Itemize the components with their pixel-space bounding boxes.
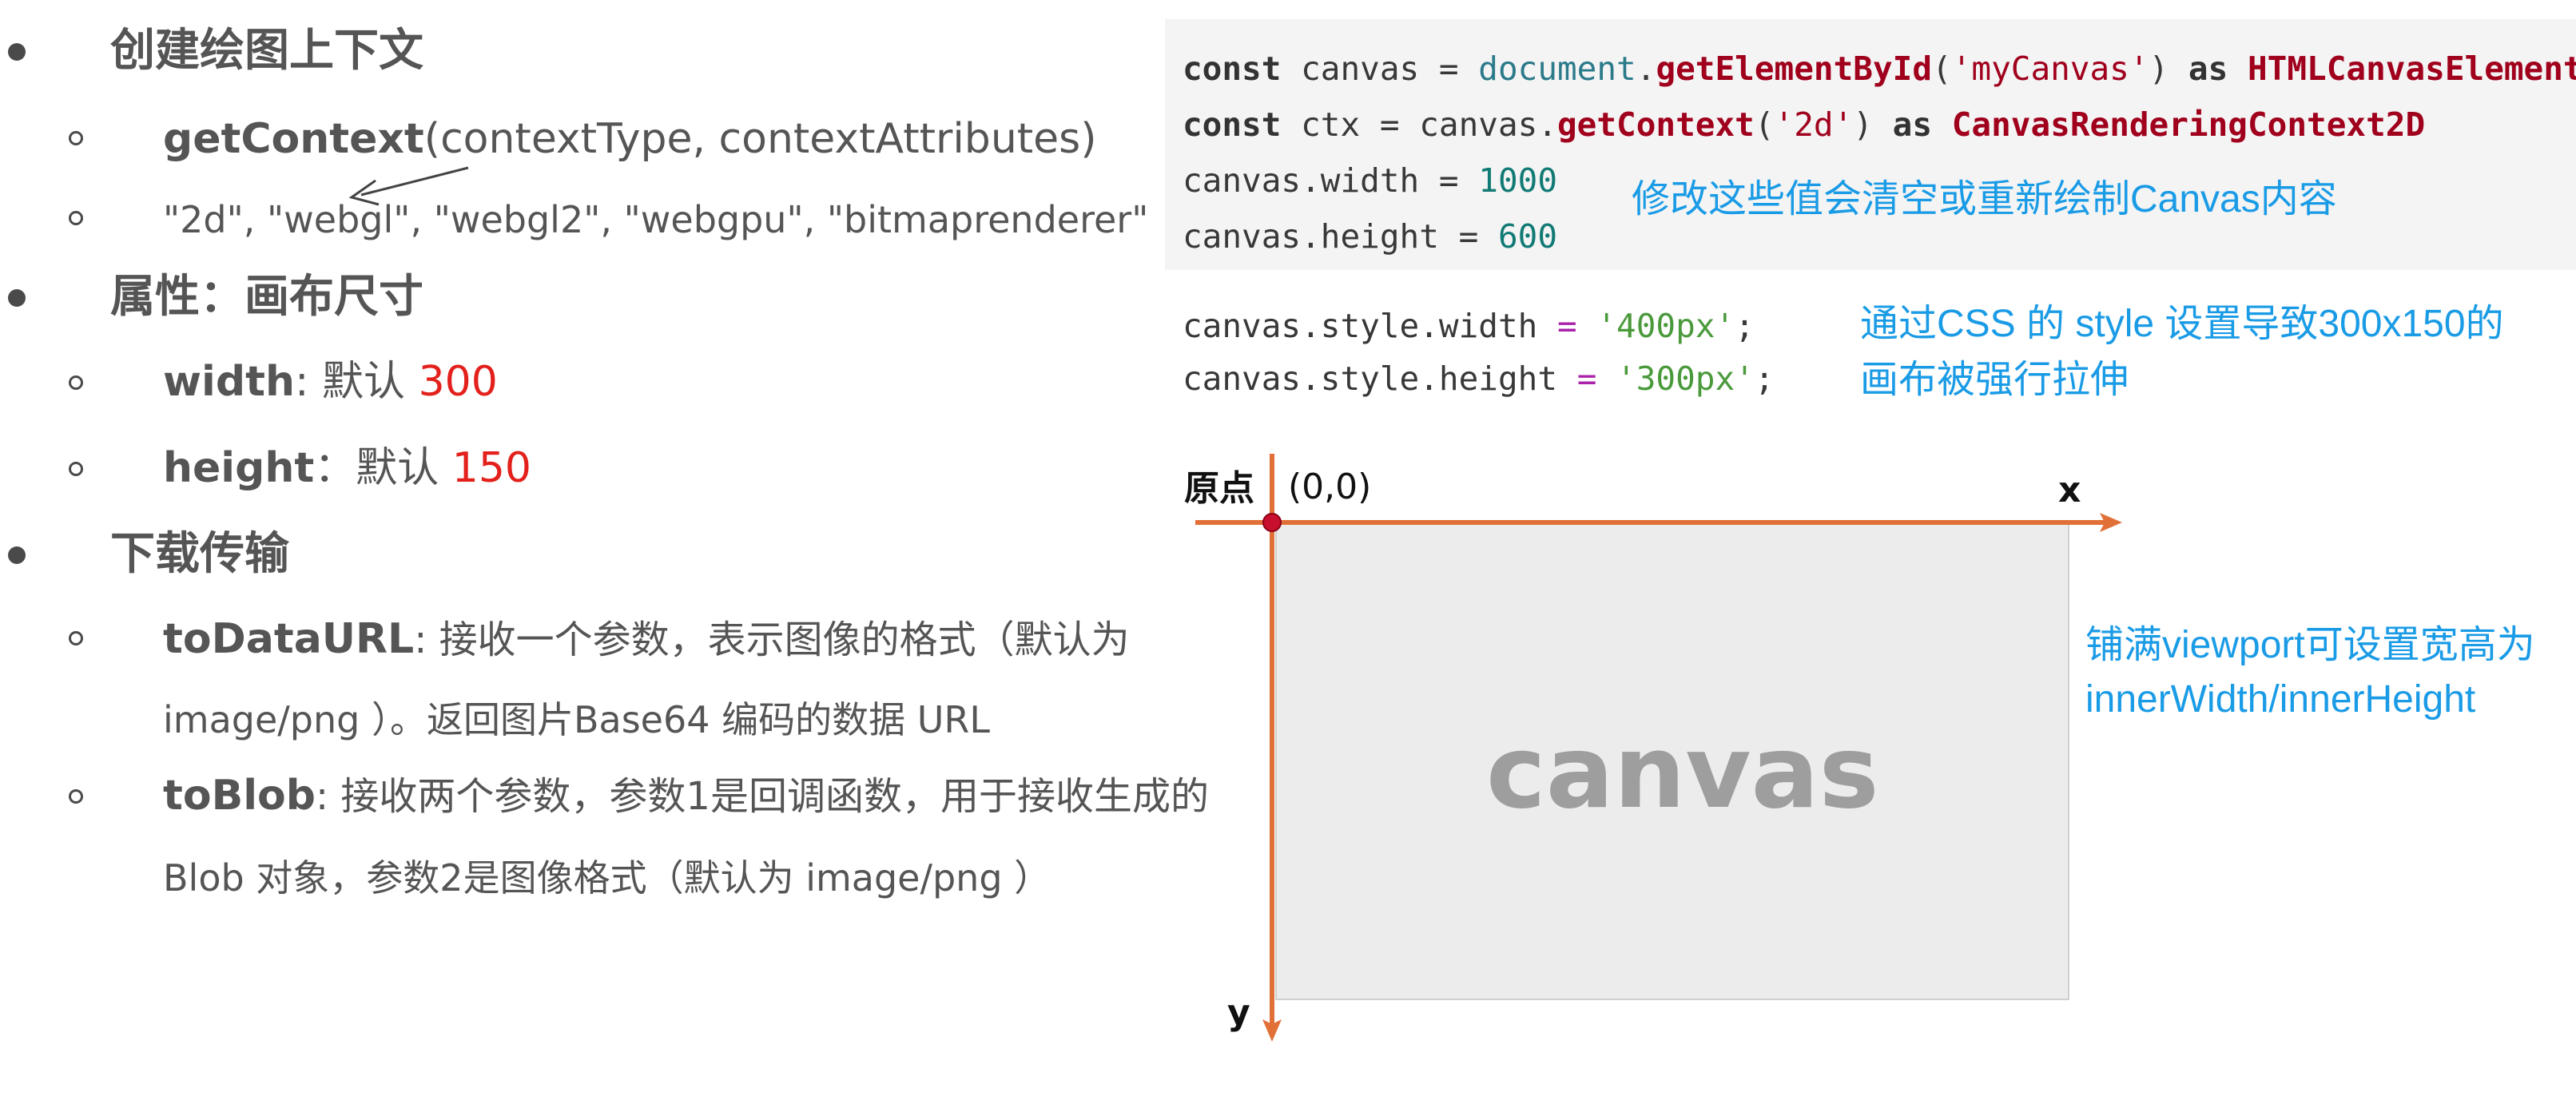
code-line-1: const canvas = document.getElementById('… [1183,53,2576,85]
height-key: height [163,444,315,492]
origin-coords: (0,0) [1288,467,1372,507]
sub-bullet-dot [69,211,83,225]
context-types-list: "2d", "webgl", "webgl2", "webgpu", "bitm… [163,198,1149,241]
toblob-desc-1: : 接收两个参数，参数1是回调函数，用于接收生成的 [316,774,1209,819]
code-text: ( [1754,105,1775,144]
toblob-line-1: toBlob: 接收两个参数，参数1是回调函数，用于接收生成的 [163,775,1209,816]
code-type: CanvasRenderingContext2D [1951,105,2426,144]
getcontext-signature: getContext(contextType, contextAttribute… [163,118,1097,160]
note-viewport-2: innerWidth/innerHeight [2085,678,2476,721]
width-key: width [163,358,295,406]
note-css-stretch-2: 画布被强行拉伸 [1860,359,2129,401]
code-type: HTMLCanvasElement [2247,50,2576,88]
code-operator: = [1557,307,1577,345]
bullet-dot [8,43,26,61]
bullet-dot [8,546,26,564]
method-name: getContext [163,115,424,163]
toblob-key: toBlob [163,772,316,820]
sub-bullet-dot [69,789,83,804]
note-css-stretch-1: 通过CSS 的 style 设置导致300x150的 [1860,303,2504,345]
code-text: ; [1754,359,1775,398]
section-title-attrs: 属性：画布尺寸 [110,271,423,323]
code-function: getContext [1557,105,1755,144]
code-global: document [1478,50,1636,88]
code-text: canvas.width = [1183,161,1479,200]
code-keyword: as [2188,50,2228,88]
section-title-context: 创建绘图上下文 [110,25,423,77]
code-text: canvas.style.height [1183,359,1577,398]
height-label: ：默认 [314,444,452,492]
code-text: canvas.height = [1183,217,1498,256]
code-text: canvas = [1281,50,1479,88]
height-default-line: height：默认 150 [163,447,531,489]
height-default-value: 150 [451,444,532,492]
code-text: . [1636,50,1656,88]
bullet-dot [8,289,26,307]
code-operator: = [1576,359,1597,398]
code-text: ( [1932,50,1952,88]
annotation-arrow [360,166,469,197]
todataurl-line-1: toDataURL: 接收一个参数，表示图像的格式（默认为 [163,618,1130,660]
method-args: (contextType, contextAttributes) [423,115,1097,163]
code-text: ) [2149,50,2188,88]
code-line-3: canvas.width = 1000 [1183,165,1557,197]
code-text: ctx = canvas. [1281,105,1557,144]
toblob-line-2: Blob 对象，参数2是图像格式（默认为 image/png ） [163,856,1051,900]
code-keyword: const [1183,50,1282,88]
x-axis-label: x [2058,470,2081,510]
code-line-6: canvas.style.height = '300px'; [1183,363,1775,395]
code-string: '400px' [1576,307,1735,345]
section-title-download: 下载传输 [110,528,289,580]
note-reset-canvas: 修改这些值会清空或重新绘制Canvas内容 [1632,178,2337,220]
code-number: 600 [1497,217,1558,256]
y-axis-arrowhead [1262,1019,1282,1042]
sub-bullet-dot [69,462,83,476]
code-number: 1000 [1478,161,1558,200]
todataurl-line-2: image/png ）。返回图片Base64 编码的数据 URL [163,698,990,741]
code-line-4: canvas.height = 600 [1183,220,1557,253]
sub-bullet-dot [69,375,83,390]
code-line-5: canvas.style.width = '400px'; [1183,310,1755,343]
code-keyword: as [1892,105,1933,144]
code-keyword: const [1183,105,1282,144]
todataurl-desc-1: : 接收一个参数，表示图像的格式（默认为 [414,618,1130,662]
width-default-line: width: 默认 300 [163,361,498,403]
width-label: : 默认 [294,358,419,406]
code-text: canvas.style.width [1183,307,1557,345]
y-axis-label: y [1227,992,1250,1033]
origin-label: 原点 [1184,468,1254,509]
canvas-word: canvas [1486,713,1879,831]
note-viewport-1: 铺满viewport可设置宽高为 [2085,624,2535,666]
sub-bullet-dot [69,131,83,145]
code-string: 'myCanvas' [1951,50,2149,88]
width-default-value: 300 [418,358,498,406]
todataurl-key: toDataURL [163,615,415,663]
code-string: '2d' [1774,105,1854,144]
code-text: ; [1735,307,1755,345]
code-text: ) [1853,105,1893,144]
x-axis-arrowhead [2100,513,2122,532]
code-line-2: const ctx = canvas.getContext('2d') as C… [1183,109,2425,141]
sub-bullet-dot [69,631,83,645]
code-string: '300px' [1596,359,1755,398]
code-function: getElementById [1656,50,1933,88]
